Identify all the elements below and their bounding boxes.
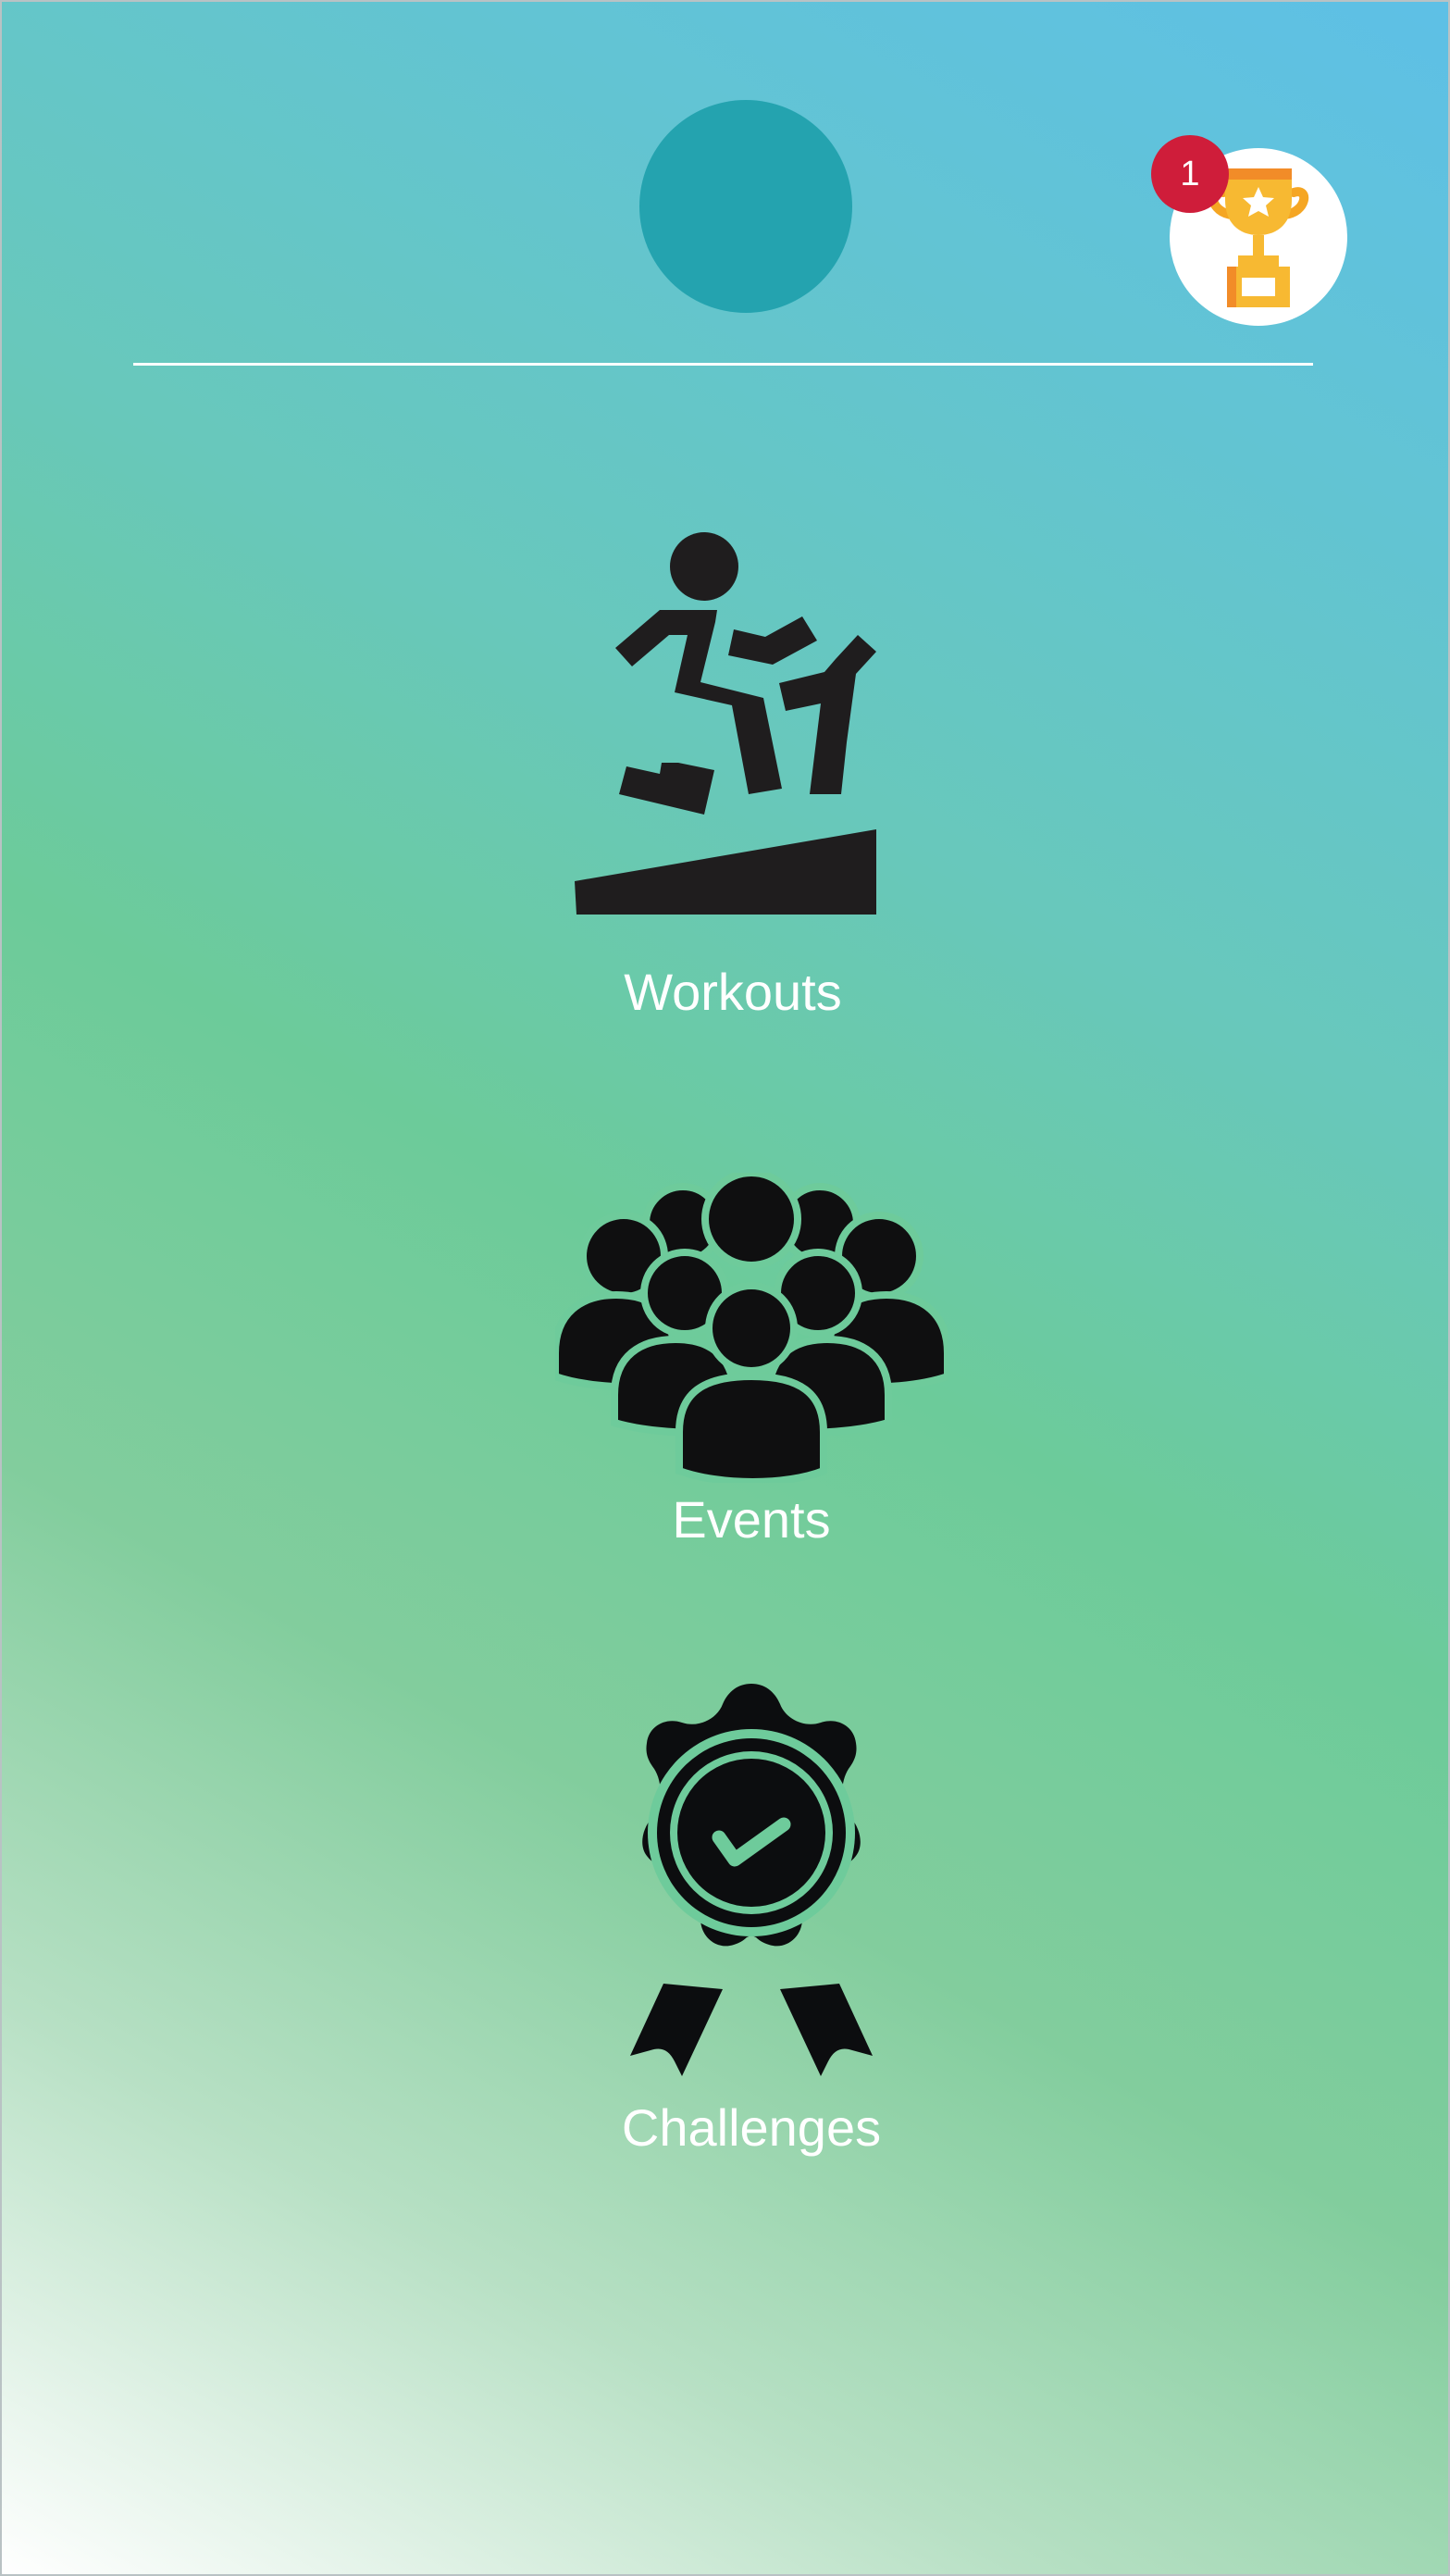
challenges-menu-item[interactable]: Challenges — [557, 1673, 946, 2172]
treadmill-runner-icon — [575, 532, 876, 915]
app-screen: 1 Workouts Events Challenges — [0, 0, 1450, 2576]
workouts-menu-item[interactable]: Workouts — [520, 520, 946, 1039]
award-badge-icon — [630, 1684, 873, 2076]
events-label: Events — [672, 1490, 831, 1549]
notification-badge: 1 — [1151, 135, 1229, 213]
workouts-label: Workouts — [624, 963, 842, 1021]
profile-avatar[interactable] — [639, 100, 852, 313]
events-menu-item[interactable]: Events — [520, 1173, 983, 1562]
header-divider — [133, 363, 1313, 366]
challenges-label: Challenges — [621, 2098, 882, 2157]
crowd-icon — [555, 1173, 948, 1483]
